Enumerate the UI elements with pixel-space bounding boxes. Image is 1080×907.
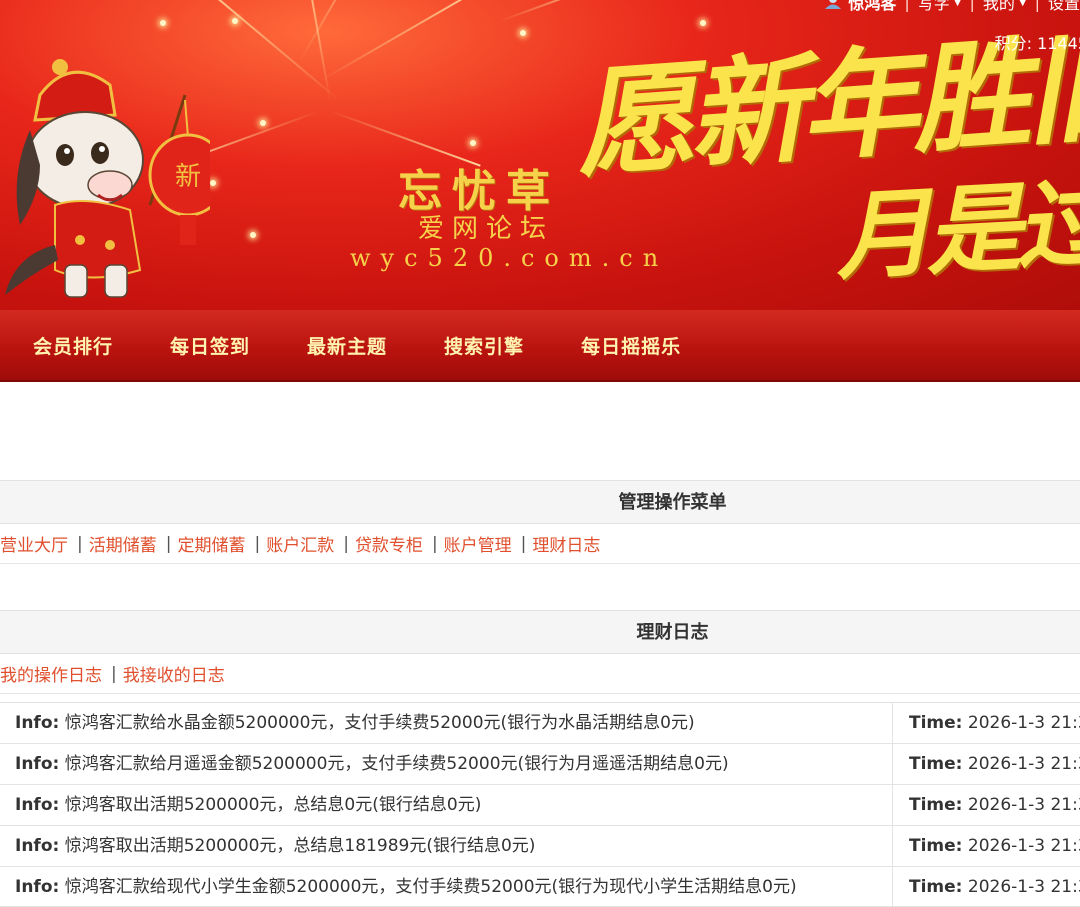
log-info-text: 惊鸿客取出活期5200000元，总结息181989元(银行结息0元) — [64, 836, 536, 856]
nav-item-latest-topics[interactable]: 最新主题 — [307, 332, 387, 359]
table-row: Info: 惊鸿客汇款给现代小学生金额5200000元，支付手续费52000元(… — [0, 866, 1080, 907]
separator: | — [520, 533, 527, 554]
link-account-transfer[interactable]: 账户汇款 — [266, 531, 334, 556]
horse-mascot-image: 新 — [5, 59, 210, 298]
firework-spark — [470, 140, 476, 146]
firework-ray — [193, 0, 341, 102]
log-time-text: 2026-1-3 21:35 — [967, 795, 1080, 815]
link-loan-counter[interactable]: 贷款专柜 — [355, 531, 423, 556]
log-time-cell: Time: 2026-1-3 21:33 — [893, 867, 1080, 906]
nav-item-member-ranking[interactable]: 会员排行 — [33, 332, 113, 359]
info-label: Info: — [15, 795, 60, 815]
log-info-cell: Info: 惊鸿客汇款给月遥遥金额5200000元，支付手续费52000元(银行… — [0, 744, 893, 784]
firework-spark — [260, 120, 266, 126]
log-time-text: 2026-1-3 21:35 — [967, 754, 1080, 774]
log-time-text: 2026-1-3 21:36 — [967, 713, 1080, 733]
firework-spark — [160, 20, 166, 26]
time-label: Time: — [909, 877, 963, 897]
separator: | — [254, 533, 261, 554]
separator: | — [165, 533, 172, 554]
user-score: 积分: 11445 — [994, 34, 1080, 53]
link-fixed-savings[interactable]: 定期储蓄 — [177, 531, 245, 556]
log-time-cell: Time: 2026-1-3 21:35 — [893, 785, 1080, 825]
link-business-hall[interactable]: 营业大厅 — [0, 531, 68, 556]
chevron-down-icon: ▼ — [953, 0, 962, 8]
separator: | — [431, 533, 438, 554]
separator: | — [904, 0, 910, 12]
log-time-cell: Time: 2026-1-3 21:35 — [893, 744, 1080, 784]
separator: | — [969, 0, 975, 12]
link-received-log[interactable]: 我接收的日志 — [123, 661, 225, 686]
svg-text:新: 新 — [175, 162, 201, 192]
log-info-cell: Info: 惊鸿客汇款给水晶金额5200000元，支付手续费52000元(银行为… — [0, 703, 893, 743]
info-label: Info: — [15, 877, 60, 897]
header-banner: 新 忘忧草 爱网论坛 wyc520.com.cn 愿新年胜旧年 月是过往 惊鸿客… — [0, 0, 1080, 310]
calligraphy-line-2: 月是过往 — [832, 161, 1080, 294]
firework-spark — [250, 232, 256, 238]
separator: | — [343, 533, 349, 554]
log-time-cell: Time: 2026-1-3 21:34 — [893, 826, 1080, 866]
chevron-down-icon: ▼ — [1018, 0, 1027, 8]
log-info-cell: Info: 惊鸿客取出活期5200000元，总结息181989元(银行结息0元) — [0, 826, 893, 866]
finance-log-links: 我的操作日志 | 我接收的日志 — [0, 654, 1080, 694]
time-label: Time: — [909, 713, 963, 733]
main-nav: 会员排行 每日签到 最新主题 搜索引擎 每日摇摇乐 — [0, 310, 1080, 382]
log-info-text: 惊鸿客汇款给月遥遥金额5200000元，支付手续费52000元(银行为月遥遥活期… — [64, 754, 729, 774]
log-time-text: 2026-1-3 21:33 — [967, 877, 1080, 897]
firework-ray — [499, 0, 614, 22]
separator: | — [77, 533, 83, 554]
info-label: Info: — [15, 836, 60, 856]
user-icon — [825, 0, 842, 9]
firework-spark — [210, 180, 216, 186]
time-label: Time: — [909, 836, 963, 856]
table-row: Info: 惊鸿客汇款给月遥遥金额5200000元，支付手续费52000元(银行… — [0, 743, 1080, 784]
log-info-text: 惊鸿客汇款给现代小学生金额5200000元，支付手续费52000元(银行为现代小… — [64, 877, 797, 897]
log-time-cell: Time: 2026-1-3 21:36 — [893, 703, 1080, 743]
user-menu-mine[interactable]: 我的 — [983, 0, 1015, 14]
finance-log-title: 理财日志 — [0, 610, 1080, 654]
separator: | — [111, 663, 117, 684]
user-menu-write[interactable]: 写字 — [918, 0, 950, 14]
link-my-operation-log[interactable]: 我的操作日志 — [0, 661, 102, 686]
nav-item-search-engine[interactable]: 搜索引擎 — [444, 332, 524, 359]
admin-menu-title: 管理操作菜单 — [0, 480, 1080, 524]
log-info-cell: Info: 惊鸿客取出活期5200000元，总结息0元(银行结息0元) — [0, 785, 893, 825]
link-account-management[interactable]: 账户管理 — [444, 531, 512, 556]
link-finance-log[interactable]: 理财日志 — [532, 531, 600, 556]
admin-menu-links: 营业大厅 | 活期储蓄 | 定期储蓄 | 账户汇款 | 贷款专柜 | 账户管理 … — [0, 524, 1080, 564]
table-row: Info: 惊鸿客汇款给水晶金额5200000元，支付手续费52000元(银行为… — [0, 702, 1080, 743]
table-row: Info: 惊鸿客取出活期5200000元，总结息181989元(银行结息0元)… — [0, 825, 1080, 866]
user-bar: 惊鸿客 | 写字 ▼ | 我的 ▼ | 设置 — [824, 0, 1080, 14]
firework-spark — [232, 18, 238, 24]
brand-subtitle: 爱网论坛 — [418, 214, 555, 244]
username-link[interactable]: 惊鸿客 — [848, 0, 896, 14]
info-label: Info: — [15, 754, 60, 774]
log-time-text: 2026-1-3 21:34 — [967, 836, 1080, 856]
finance-log-table: Info: 惊鸿客汇款给水晶金额5200000元，支付手续费52000元(银行为… — [0, 702, 1080, 907]
time-label: Time: — [909, 754, 963, 774]
time-label: Time: — [909, 795, 963, 815]
brand-url: wyc520.com.cn — [350, 244, 669, 272]
log-info-text: 惊鸿客取出活期5200000元，总结息0元(银行结息0元) — [64, 795, 482, 815]
log-info-text: 惊鸿客汇款给水晶金额5200000元，支付手续费52000元(银行为水晶活期结息… — [64, 713, 695, 733]
user-menu-settings[interactable]: 设置 — [1048, 0, 1080, 14]
nav-item-daily-shake[interactable]: 每日摇摇乐 — [581, 332, 681, 359]
link-demand-savings[interactable]: 活期储蓄 — [89, 531, 157, 556]
log-info-cell: Info: 惊鸿客汇款给现代小学生金额5200000元，支付手续费52000元(… — [0, 867, 893, 906]
firework-ray — [319, 0, 494, 82]
separator: | — [1034, 0, 1040, 12]
info-label: Info: — [15, 713, 60, 733]
table-row: Info: 惊鸿客取出活期5200000元，总结息0元(银行结息0元) Time… — [0, 784, 1080, 825]
firework-spark — [520, 30, 526, 36]
nav-item-daily-checkin[interactable]: 每日签到 — [170, 332, 250, 359]
